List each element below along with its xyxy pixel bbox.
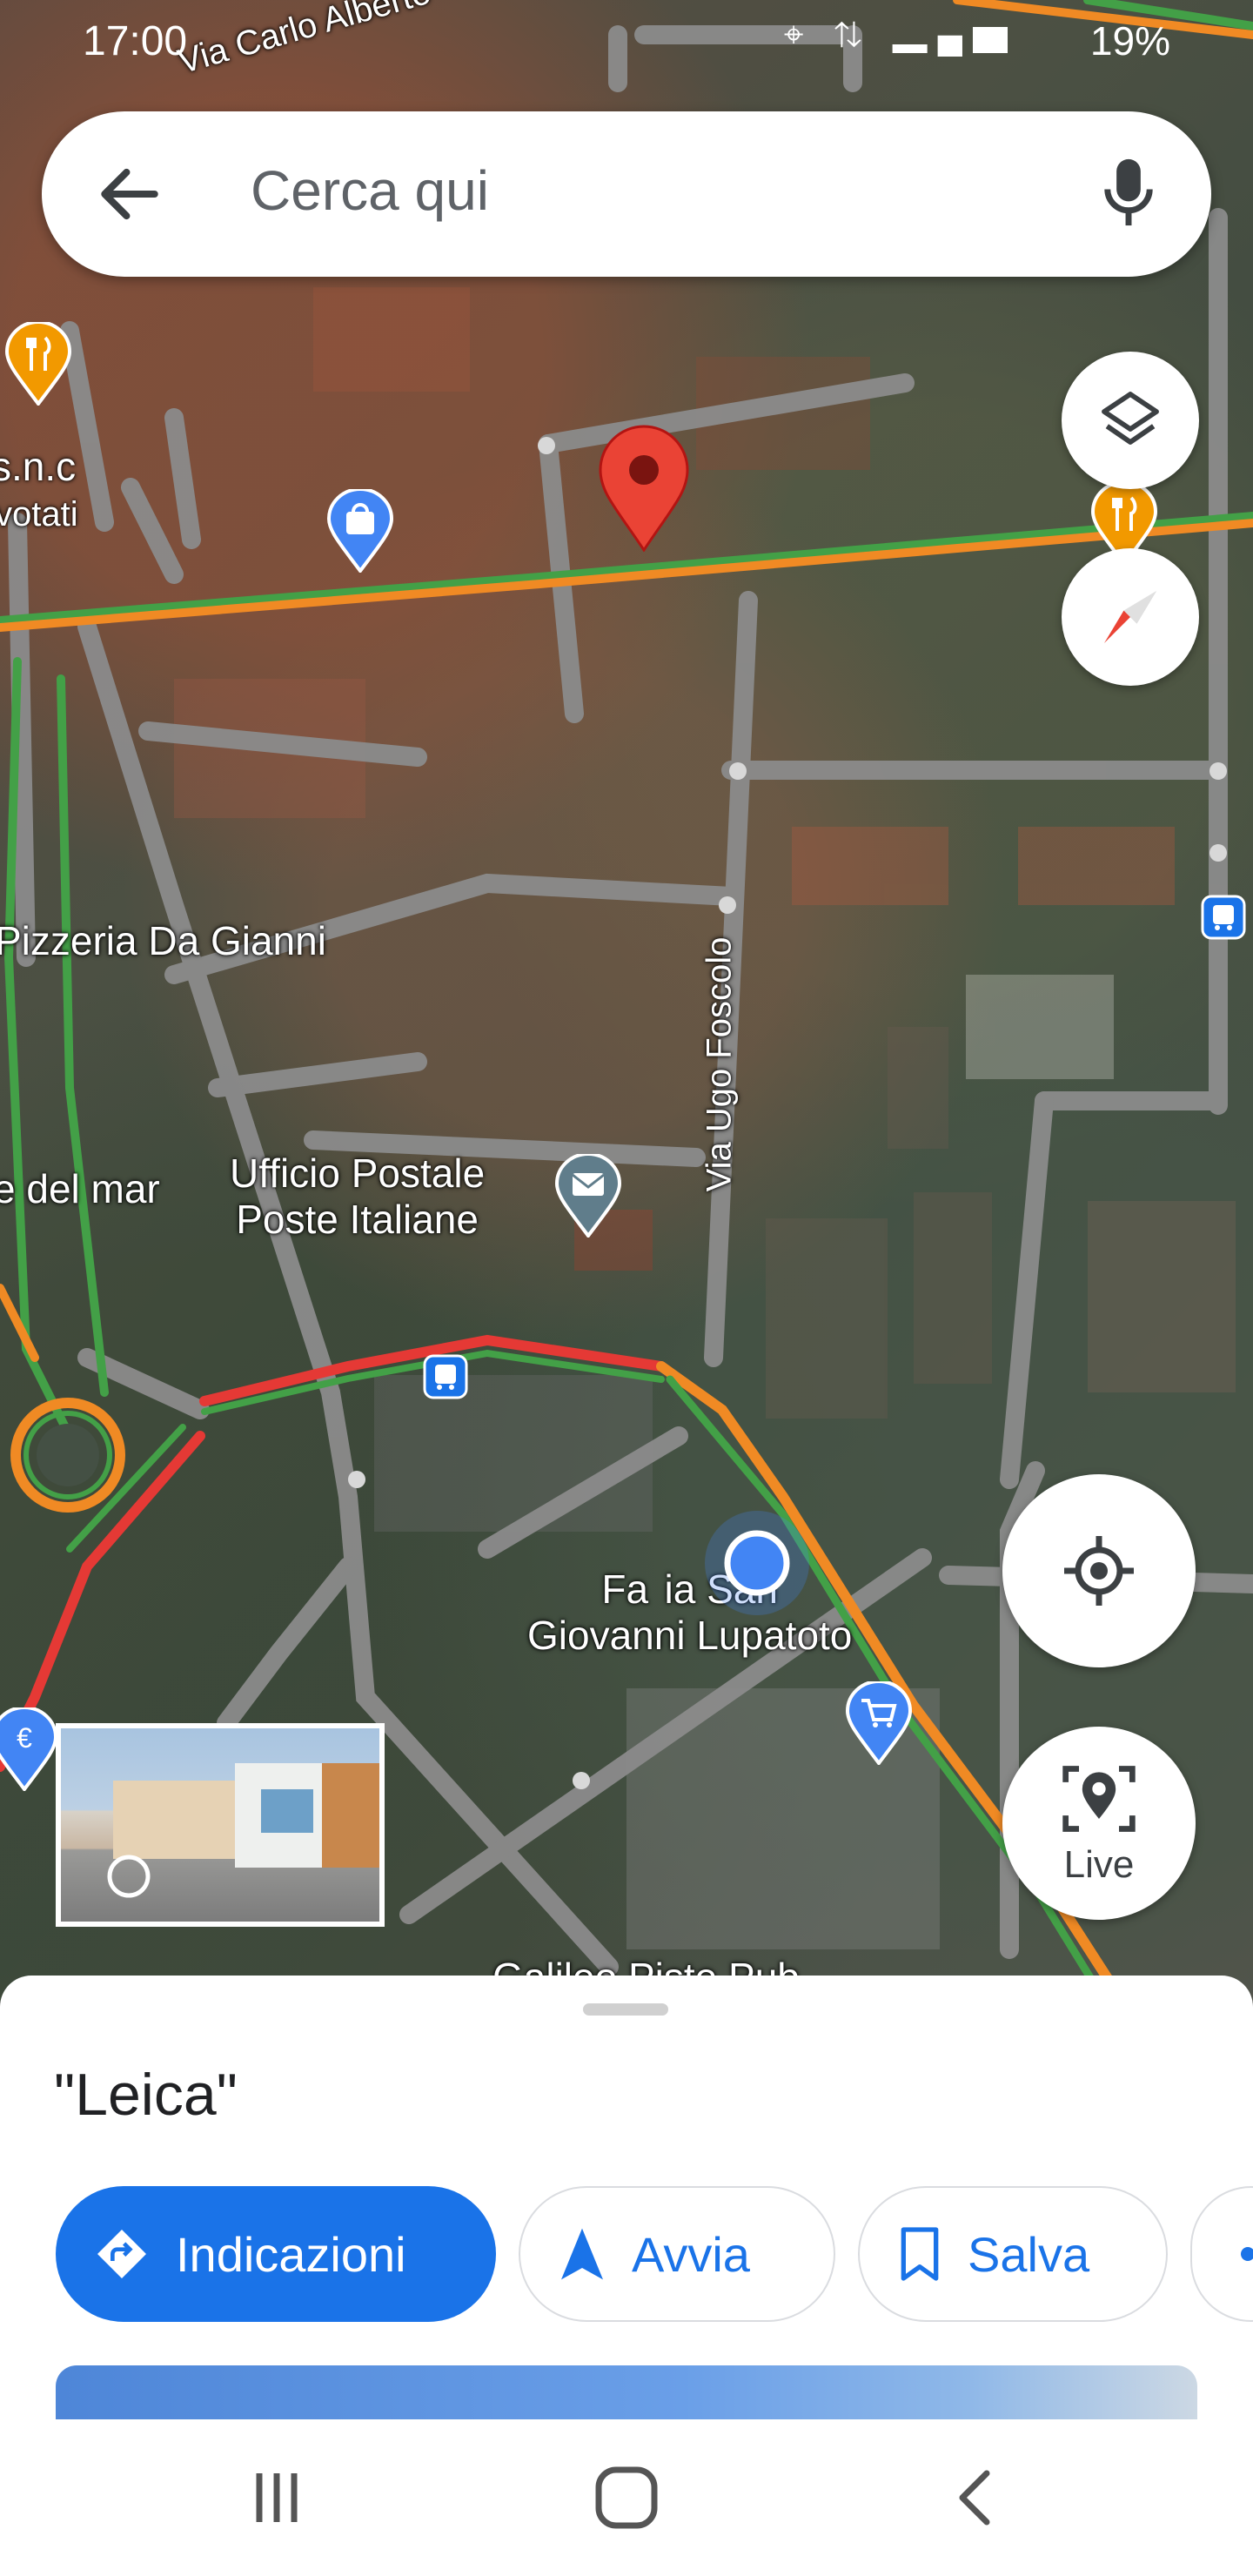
compass-icon [1104, 591, 1156, 643]
location-marker-icon[interactable] [599, 425, 689, 552]
search-bar[interactable]: Cerca qui [42, 111, 1211, 277]
save-button[interactable]: Salva [858, 2186, 1168, 2322]
street-view-thumbnail[interactable] [56, 1723, 385, 1927]
layers-icon [1102, 392, 1159, 445]
start-label: Avvia [632, 2226, 750, 2282]
recent-apps-icon[interactable] [242, 2463, 312, 2532]
back-icon[interactable] [941, 2463, 1011, 2532]
drag-handle[interactable] [583, 2003, 668, 2016]
save-label: Salva [968, 2226, 1090, 2282]
more-actions-button[interactable] [1190, 2186, 1253, 2322]
poi-label-votati: votati [0, 495, 78, 533]
poi-label-pizzeria: Pizzeria Da Gianni [0, 918, 326, 963]
bus-stop-icon[interactable] [423, 1354, 468, 1399]
post-office-pin-icon[interactable] [555, 1154, 621, 1238]
back-arrow-icon[interactable] [92, 157, 167, 231]
street-label-ugo-foscolo: Via Ugo Foscolo [700, 936, 739, 1192]
status-signal-icons: ⌖ ⇅ ▂▄▆ [783, 16, 1018, 54]
status-battery: 19% [1089, 18, 1170, 64]
compass-button[interactable] [1062, 548, 1199, 686]
status-time: 17:00 [83, 18, 188, 64]
bus-stop-icon[interactable] [1201, 895, 1246, 940]
live-view-icon [1062, 1766, 1136, 1832]
live-view-button[interactable]: Live [1002, 1727, 1196, 1920]
directions-label: Indicazioni [176, 2226, 406, 2282]
restaurant-pin-icon[interactable] [5, 322, 71, 406]
home-icon[interactable] [592, 2463, 661, 2532]
bookmark-icon [898, 2226, 941, 2282]
place-title: "Leica" [54, 2062, 238, 2128]
bank-pin-icon[interactable]: € [0, 1707, 57, 1791]
start-button[interactable]: Avvia [519, 2186, 835, 2322]
live-view-label: Live [1063, 1843, 1135, 1886]
satellite-map[interactable]: Via Carlo Alberto s.n.c votati Pizzeria … [0, 0, 1253, 2002]
directions-icon [94, 2226, 150, 2282]
shopping-pin-icon[interactable] [327, 489, 393, 573]
crosshair-icon [1064, 1536, 1134, 1606]
poi-label-snc: s.n.c [0, 444, 77, 489]
directions-button[interactable]: Indicazioni [56, 2186, 496, 2322]
system-navigation-bar [0, 2419, 1253, 2576]
supermarket-pin-icon[interactable] [846, 1681, 912, 1765]
my-location-dot-icon [705, 1511, 809, 1615]
search-input[interactable]: Cerca qui [251, 158, 489, 223]
place-bottom-sheet[interactable]: "Leica" Indicazioni Avvia Salva [0, 1976, 1253, 2419]
layers-button[interactable] [1062, 352, 1199, 489]
navigation-arrow-icon [559, 2226, 606, 2282]
status-bar: 17:00 ⌖ ⇅ ▂▄▆ 19% [0, 0, 1253, 84]
microphone-icon[interactable] [1098, 153, 1159, 231]
poi-label-del-mar: e del mar [0, 1166, 160, 1211]
place-photo[interactable] [56, 2365, 1197, 2419]
my-location-button[interactable] [1002, 1474, 1196, 1667]
more-icon [1237, 2244, 1253, 2264]
svg-text:€: € [17, 1722, 32, 1754]
poi-label-ufficio-postale: Ufficio Postale Poste Italiane [230, 1150, 486, 1242]
